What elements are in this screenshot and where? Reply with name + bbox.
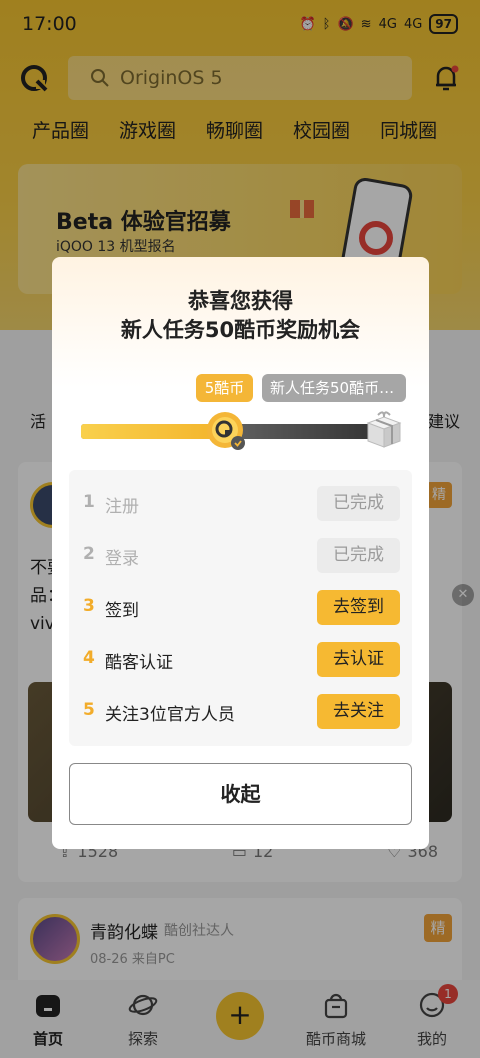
task-row-checkin: 3 签到 去签到 [69,582,412,634]
reward-dialog: 恭喜您获得 新人任务50酷币奖励机会 5酷币 新人任务50酷币奖励机会 1 注册… [52,257,429,849]
task-row-follow: 5 关注3位官方人员 去关注 [69,686,412,738]
gift-icon [366,411,402,448]
collapse-button[interactable]: 收起 [69,763,412,825]
task-reward-bubble-text: 新人任务50酷币奖励机会 [270,379,406,397]
dialog-title: 恭喜您获得 [188,289,293,313]
task-done-button[interactable]: 已完成 [317,486,400,521]
verify-button[interactable]: 去认证 [317,642,400,677]
task-row-verify: 4 酷客认证 去认证 [69,634,412,686]
task-row-login: 2 登录 已完成 [69,530,412,582]
task-number: 2 [83,544,95,564]
coin-icon [207,412,245,450]
task-number: 5 [83,700,95,720]
task-label: 酷客认证 [105,653,173,673]
task-number: 4 [83,648,95,668]
task-reward-bubble: 新人任务50酷币奖励机会 [262,374,406,402]
task-number: 1 [83,492,95,512]
task-label: 注册 [105,497,139,517]
dialog-subtitle: 新人任务50酷币奖励机会 [120,318,361,342]
task-done-button[interactable]: 已完成 [317,538,400,573]
checkin-button[interactable]: 去签到 [317,590,400,625]
task-list: 1 注册 已完成 2 登录 已完成 3 签到 去签到 4 酷客认证 去认证 5 … [69,470,412,746]
task-label: 签到 [105,601,139,621]
task-label: 登录 [105,549,139,569]
task-number: 3 [83,596,95,616]
task-row-register: 1 注册 已完成 [69,478,412,530]
task-label: 关注3位官方人员 [105,705,235,725]
follow-button[interactable]: 去关注 [317,694,400,729]
coin-reward-bubble: 5酷币 [196,374,253,402]
